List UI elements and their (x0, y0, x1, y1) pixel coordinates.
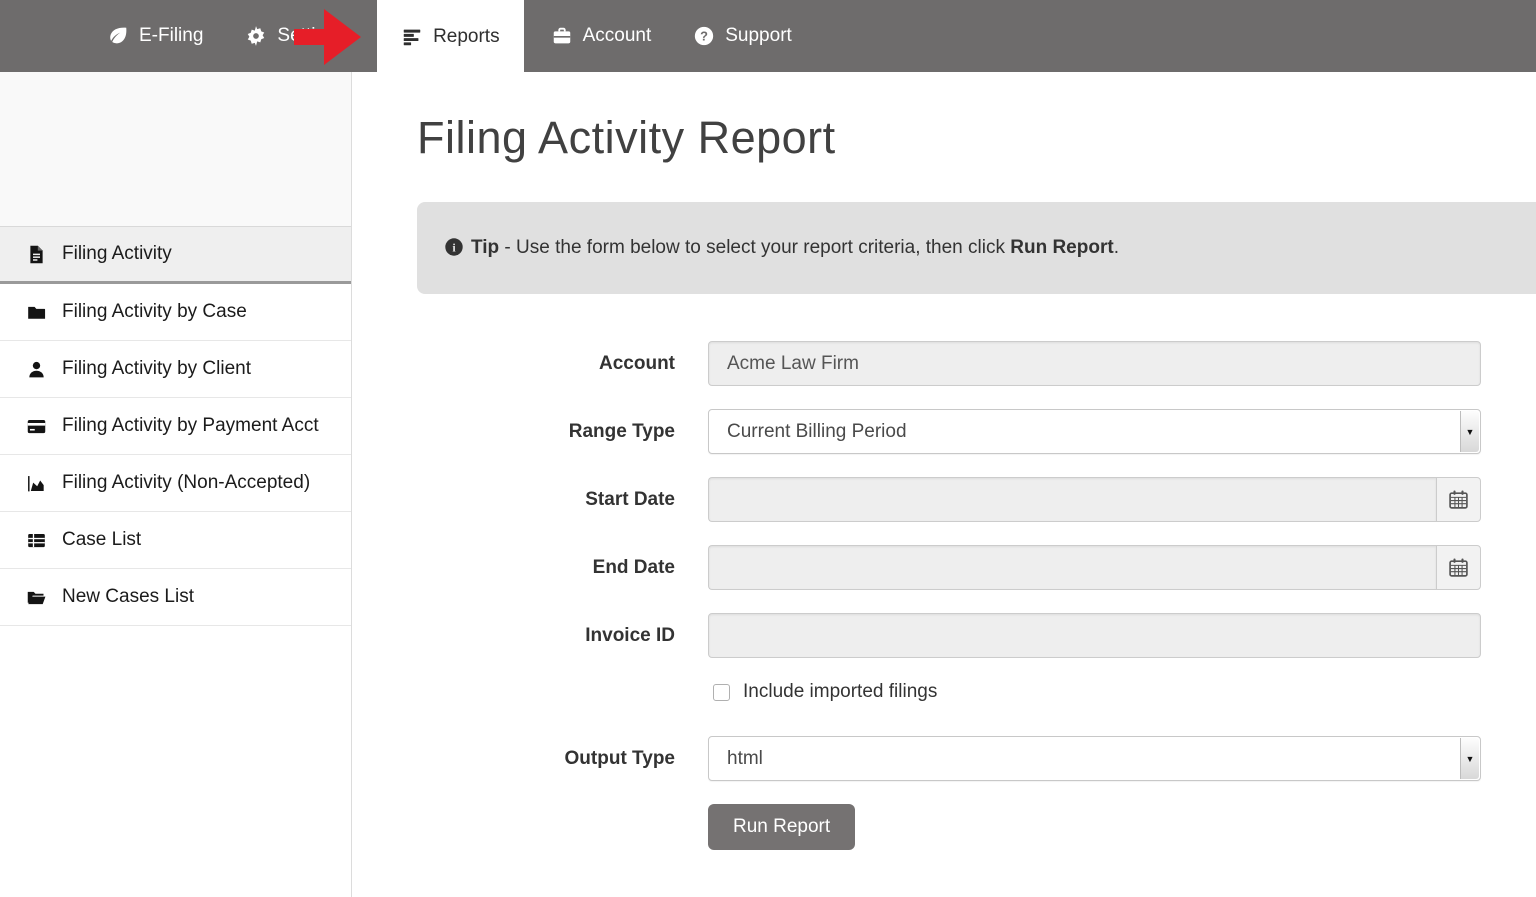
tip-suffix: . (1113, 237, 1119, 258)
sidebar-item-label: Case List (62, 529, 142, 550)
question-circle-icon: ? (695, 26, 714, 46)
sidebar-item-label: Filing Activity (62, 243, 172, 264)
end-date-label: End Date (592, 556, 675, 578)
table-list-icon (28, 533, 45, 547)
report-bars-icon (403, 29, 421, 46)
briefcase-icon (553, 27, 570, 44)
top-navbar: E-Filing Settings Reports Account ? Supp… (0, 0, 1536, 80)
sidebar-item-new-cases-list[interactable]: New Cases List (0, 569, 351, 626)
chevron-down-icon: ▼ (1460, 738, 1479, 779)
invoice-id-label: Invoice ID (585, 624, 675, 646)
sidebar-menu: Filing Activity Filing Activity by Case … (0, 226, 351, 626)
folder-open-icon (27, 591, 46, 604)
output-type-select[interactable]: html ▼ (708, 736, 1481, 781)
account-row: Account (352, 341, 1536, 386)
tip-label: Tip (471, 237, 500, 258)
chevron-down-icon: ▼ (1460, 411, 1479, 452)
invoice-id-input[interactable] (708, 613, 1481, 658)
range-type-selected-value: Current Billing Period (727, 420, 907, 442)
calendar-icon (1449, 490, 1468, 509)
end-date-row: End Date (352, 545, 1536, 590)
sidebar-item-label: Filing Activity (Non-Accepted) (62, 472, 311, 493)
output-type-row: Output Type html ▼ (352, 736, 1536, 781)
include-imported-row: Include imported filings (352, 681, 1536, 703)
file-text-icon (30, 245, 43, 263)
output-type-selected-value: html (727, 747, 763, 769)
sidebar-logo-area (0, 72, 351, 226)
end-date-calendar-button[interactable] (1436, 545, 1481, 590)
calendar-icon (1449, 558, 1468, 577)
tip-box: i Tip - Use the form below to select you… (417, 202, 1536, 294)
sidebar-item-filing-activity-non-accepted[interactable]: Filing Activity (Non-Accepted) (0, 455, 351, 512)
nav-item-reports[interactable]: Reports (377, 0, 524, 80)
folder-icon (28, 306, 46, 319)
info-circle-icon: i (445, 238, 463, 256)
nav-item-settings[interactable]: Settings (224, 0, 367, 72)
range-type-label: Range Type (568, 420, 675, 442)
nav-item-support[interactable]: ? Support (672, 0, 813, 72)
range-type-row: Range Type Current Billing Period ▼ (352, 409, 1536, 454)
sidebar-item-filing-activity-by-payment-acct[interactable]: Filing Activity by Payment Acct (0, 398, 351, 455)
range-type-select[interactable]: Current Billing Period ▼ (708, 409, 1481, 454)
user-icon (29, 361, 44, 377)
start-date-row: Start Date (352, 477, 1536, 522)
output-type-label: Output Type (564, 747, 675, 769)
svg-text:?: ? (700, 29, 708, 44)
leaf-icon (110, 27, 127, 44)
invoice-id-row: Invoice ID (352, 613, 1536, 658)
sidebar-item-filing-activity[interactable]: Filing Activity (0, 227, 351, 284)
sidebar-item-label: Filing Activity by Payment Acct (62, 415, 319, 436)
main-content: Filing Activity Report i Tip - Use the f… (352, 72, 1536, 897)
account-label: Account (599, 352, 675, 374)
run-report-button[interactable]: Run Report (708, 804, 856, 850)
run-report-row: Run Report (352, 804, 1536, 850)
sidebar-item-case-list[interactable]: Case List (0, 512, 351, 569)
sidebar-item-filing-activity-by-case[interactable]: Filing Activity by Case (0, 284, 351, 341)
nav-label: E-Filing (139, 25, 204, 46)
sidebar-item-filing-activity-by-client[interactable]: Filing Activity by Client (0, 341, 351, 398)
tip-emphasis: Run Report (1010, 237, 1114, 258)
nav-item-e-filing[interactable]: E-Filing (86, 0, 224, 72)
start-date-calendar-button[interactable] (1436, 477, 1481, 522)
end-date-input[interactable] (708, 545, 1436, 590)
start-date-label: Start Date (585, 488, 675, 510)
nav-label: Account (582, 25, 652, 46)
sidebar-item-label: Filing Activity by Case (62, 301, 247, 322)
sidebar: Filing Activity Filing Activity by Case … (0, 72, 352, 897)
nav-label: Settings (277, 25, 347, 46)
page-title: Filing Activity Report (417, 112, 836, 163)
sidebar-item-label: Filing Activity by Client (62, 358, 252, 379)
report-form: Account Range Type Current Billing Perio… (352, 341, 1536, 850)
tip-body: - Use the form below to select your repo… (499, 237, 1011, 258)
nav-item-account[interactable]: Account (530, 0, 673, 72)
sidebar-item-label: New Cases List (62, 586, 194, 607)
include-imported-label: Include imported filings (743, 681, 938, 702)
include-imported-checkbox[interactable] (713, 683, 730, 701)
nav-label: Reports (433, 26, 500, 47)
start-date-input[interactable] (708, 477, 1436, 522)
area-chart-icon (28, 475, 44, 491)
account-input (708, 341, 1481, 386)
nav-label: Support (725, 25, 792, 46)
credit-card-icon (27, 419, 46, 433)
gear-icon (248, 26, 265, 46)
